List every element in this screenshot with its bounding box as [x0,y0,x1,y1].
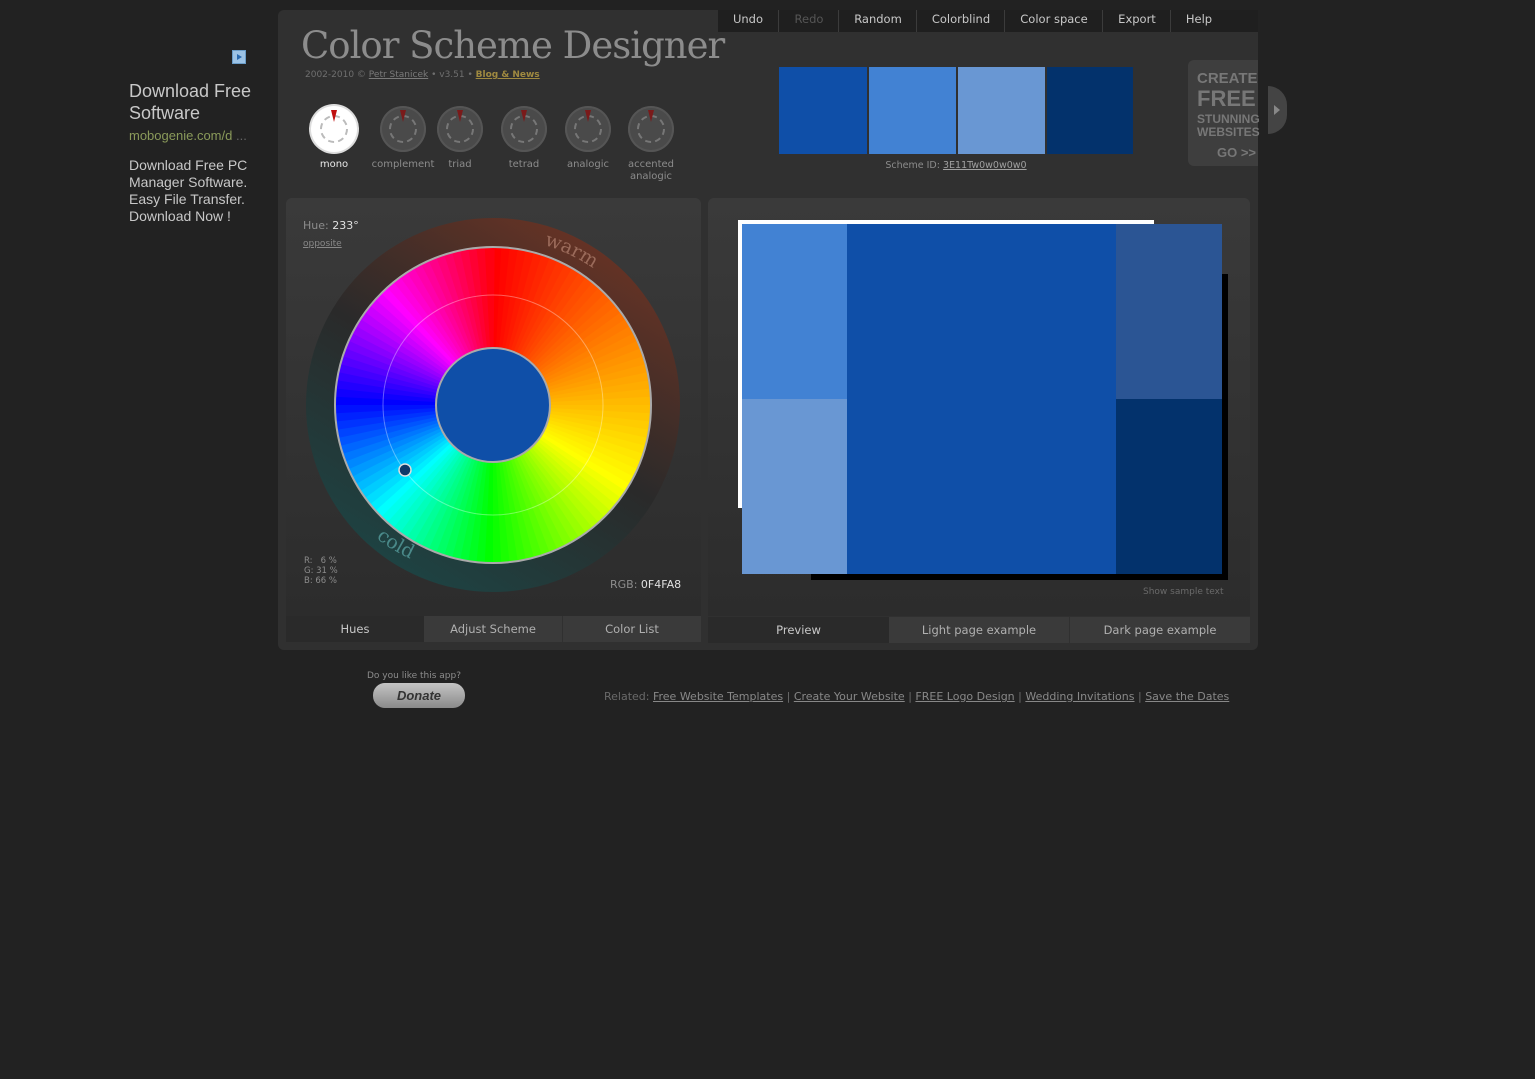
donate-button[interactable]: Donate [373,683,465,708]
menu-export[interactable]: Export [1102,10,1171,32]
scheme-label: complement [371,159,435,170]
scheme-id-link[interactable]: 3E11Tw0w0w0w0 [943,160,1027,171]
scheme-id-label: Scheme ID: [885,160,940,171]
menu-color-space[interactable]: Color space [1004,10,1103,32]
related-link-create-website[interactable]: Create Your Website [794,690,905,703]
scheme-tetrad-button[interactable]: tetrad [498,106,550,171]
promo-line[interactable]: STUNNING [1197,112,1260,126]
tab-hues[interactable]: Hues [286,616,424,642]
ad-body[interactable]: Download Free PC Manager Software. Easy … [129,157,249,225]
related-links: Related: Free Website Templates | Create… [604,690,1229,703]
palette-swatch-light[interactable] [869,67,956,154]
promo-line[interactable]: WEBSITES [1197,125,1260,139]
promo-arrow-icon[interactable] [1268,86,1287,134]
ad-url-ellipsis: ... [235,128,247,143]
rgb-hex-label: RGB: [610,578,638,591]
credits: 2002-2010 © Petr Stanicek • v3.51 • Blog… [305,70,540,80]
tab-dark-page-example[interactable]: Dark page example [1070,617,1250,643]
triad-scheme-icon [437,106,483,152]
ad-choices-icon[interactable] [232,50,246,64]
separator: | [1137,690,1142,703]
credits-prefix: 2002-2010 © [305,70,366,80]
preview-block-dark [1116,399,1222,574]
rgb-b: B: 66 % [304,576,337,586]
scheme-id: Scheme ID: 3E11Tw0w0w0w0 [779,160,1133,171]
tetrad-scheme-icon [501,106,547,152]
ad-url[interactable]: mobogenie.com/d ... [129,128,247,143]
scheme-accented-analogic-button[interactable]: accented analogic [620,106,682,183]
preview-block-light [742,224,847,399]
promo-line[interactable]: CREATE [1197,70,1258,87]
rgb-hex-readout: RGB: 0F4FA8 [610,578,681,591]
related-link-wedding-invitations[interactable]: Wedding Invitations [1025,690,1134,703]
related-label: Related: [604,690,650,703]
scheme-label: accented analogic [627,159,675,182]
color-wheel[interactable]: warm cold [306,218,680,592]
rgb-r: R: 6 % [304,556,337,566]
scheme-label: triad [448,159,472,170]
scheme-complement-button[interactable]: complement [370,106,436,171]
mono-scheme-icon [311,106,357,152]
separator: | [1018,690,1022,703]
blog-link[interactable]: Blog & News [476,70,540,80]
preview-block-primary [847,224,1116,574]
rgb-hex-value: 0F4FA8 [640,578,682,591]
related-link-logo-design[interactable]: FREE Logo Design [915,690,1014,703]
author-link[interactable]: Petr Stanicek [369,70,428,80]
preview-block-medium [1116,224,1222,399]
menu-colorblind[interactable]: Colorblind [916,10,1005,32]
promo-go[interactable]: GO >> [1217,145,1256,160]
separator: | [908,690,912,703]
related-link-save-the-dates[interactable]: Save the Dates [1145,690,1229,703]
tab-adjust-scheme[interactable]: Adjust Scheme [424,616,562,642]
scheme-label: mono [319,159,349,170]
ad-title[interactable]: Download Free Software [129,80,259,124]
tab-color-list[interactable]: Color List [563,616,701,642]
selected-color-center [435,347,551,463]
analogic-scheme-icon [565,106,611,152]
menu-redo[interactable]: Redo [778,10,839,32]
preview-block-lighter [742,399,847,574]
scheme-label: analogic [566,159,610,170]
donate-question: Do you like this app? [367,671,461,681]
menu-help[interactable]: Help [1170,10,1227,32]
palette-swatch-lighter[interactable] [958,67,1045,154]
accented-analogic-scheme-icon [628,106,674,152]
rgb-percentages: R: 6 % G: 31 % B: 66 % [304,556,338,586]
version-text: • v3.51 • [431,70,473,80]
related-link-templates[interactable]: Free Website Templates [653,690,783,703]
tab-light-page-example[interactable]: Light page example [889,617,1069,643]
tab-preview[interactable]: Preview [708,617,889,643]
rgb-g: G: 31 % [304,566,338,576]
ad-url-text[interactable]: mobogenie.com/d [129,128,232,143]
scheme-analogic-button[interactable]: analogic [561,106,615,171]
app-logo: Color Scheme Designer [301,24,725,67]
separator: | [786,690,791,703]
hue-handle[interactable] [398,463,412,477]
menu-random[interactable]: Random [838,10,917,32]
palette-swatch-dark[interactable] [1047,67,1133,154]
menu-undo[interactable]: Undo [718,10,778,32]
promo-line[interactable]: FREE [1197,86,1256,112]
complement-scheme-icon [380,106,426,152]
palette-swatch-primary[interactable] [779,67,867,154]
scheme-mono-button[interactable]: mono [308,106,360,171]
scheme-label: tetrad [508,159,540,170]
scheme-triad-button[interactable]: triad [436,106,484,171]
show-sample-text-link[interactable]: Show sample text [1143,587,1224,597]
